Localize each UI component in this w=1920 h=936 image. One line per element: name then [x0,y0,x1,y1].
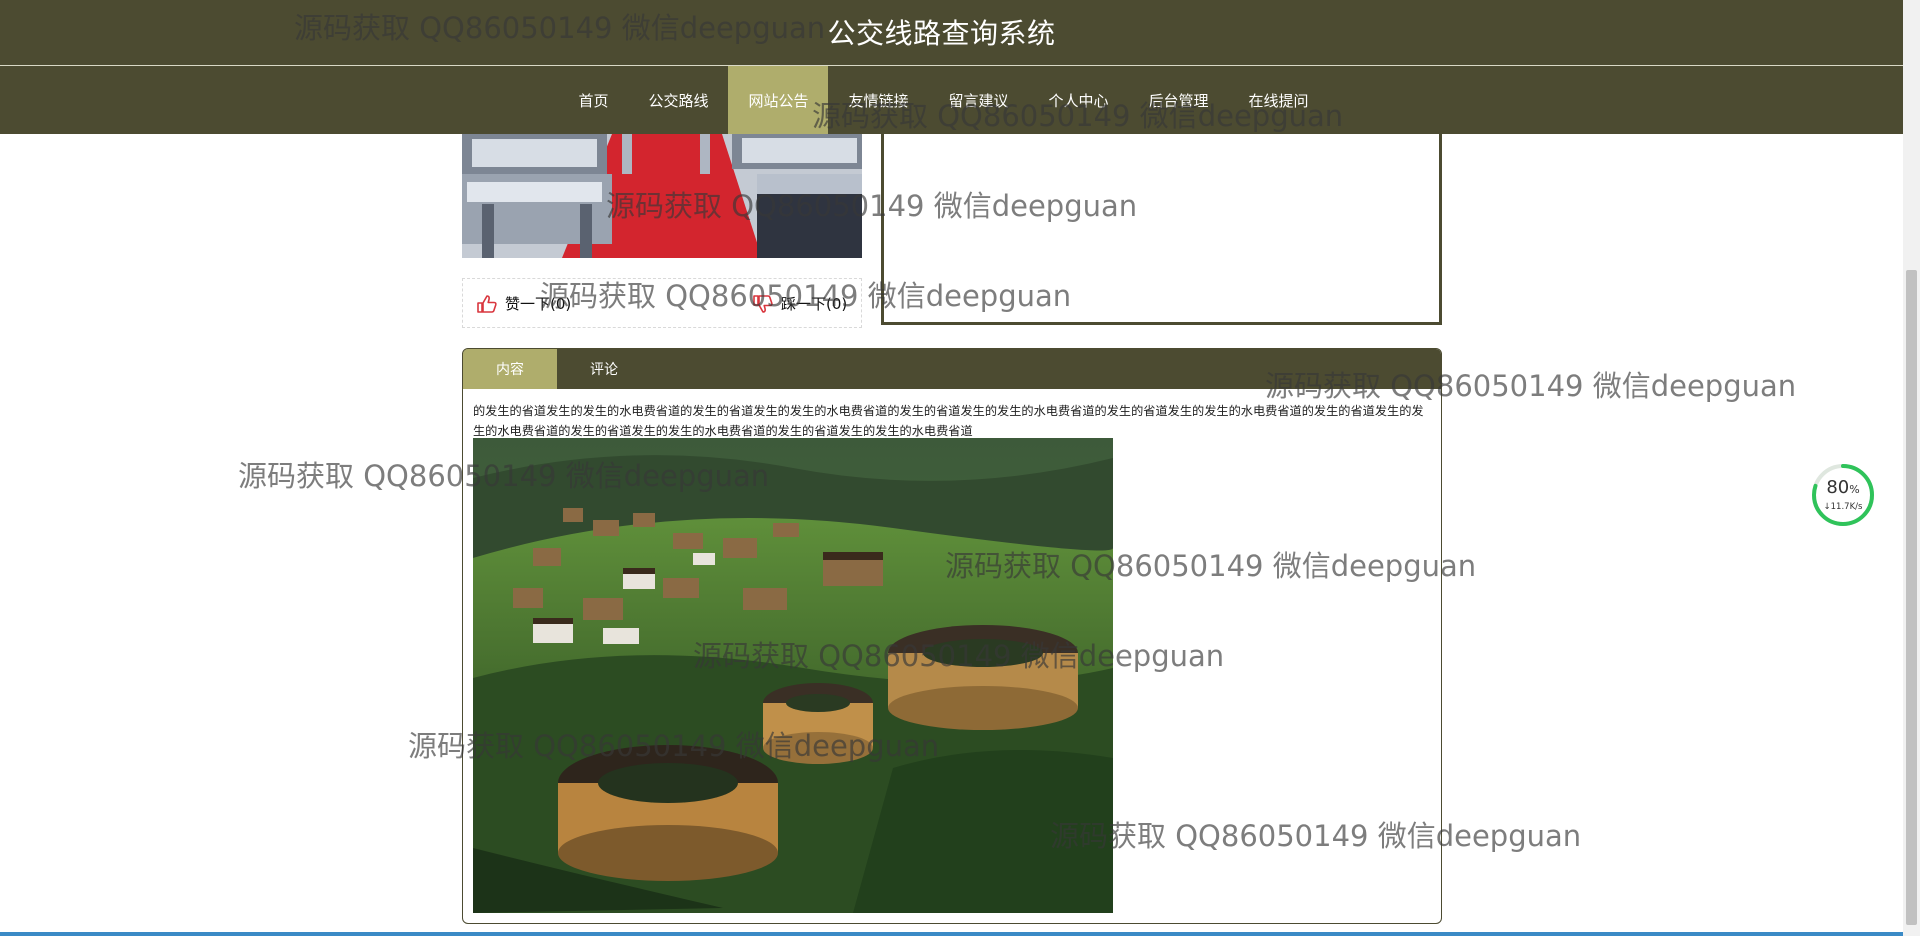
vote-box: 赞一下(0) 踩一下(0) [462,278,862,328]
nav-bus-routes[interactable]: 公交路线 [628,66,728,134]
thumb-up-icon [477,294,497,313]
tab-content[interactable]: 内容 [463,349,557,389]
content-tabs: 内容 评论 [463,349,1441,389]
page-scrollbar[interactable] [1903,0,1920,936]
speed-rate: ↓11.7K/s [1823,502,1863,512]
announcement-image [473,438,1113,913]
site-title: 公交线路查询系统 [827,17,1056,50]
vote-down-label: 踩一下(0) [781,295,848,313]
site-header: 公交线路查询系统 [0,0,1903,66]
scrollbar-thumb[interactable] [1906,270,1917,925]
vote-up-label: 赞一下(0) [505,295,572,313]
thumb-down-icon [753,294,773,313]
announcement-thumbnail [462,134,862,258]
bottom-edge [0,932,1903,936]
vote-up-button[interactable]: 赞一下(0) [477,293,571,314]
speed-percent: 80% [1826,477,1860,498]
network-speed-widget[interactable]: 80% ↓11.7K/s [1811,463,1875,527]
nav-announcements[interactable]: 网站公告 [728,66,829,134]
tab-comments[interactable]: 评论 [557,349,651,389]
nav-home[interactable]: 首页 [558,66,628,134]
announcement-body-text: 的发生的省道发生的发生的水电费省道的发生的省道发生的发生的水电费省道的发生的省道… [473,404,1424,438]
vote-down-button[interactable]: 踩一下(0) [753,293,847,314]
announcement-content-card: 内容 评论 的发生的省道发生的发生的水电费省道的发生的省道发生的发生的水电费省道… [462,348,1442,924]
side-panel [881,120,1442,325]
